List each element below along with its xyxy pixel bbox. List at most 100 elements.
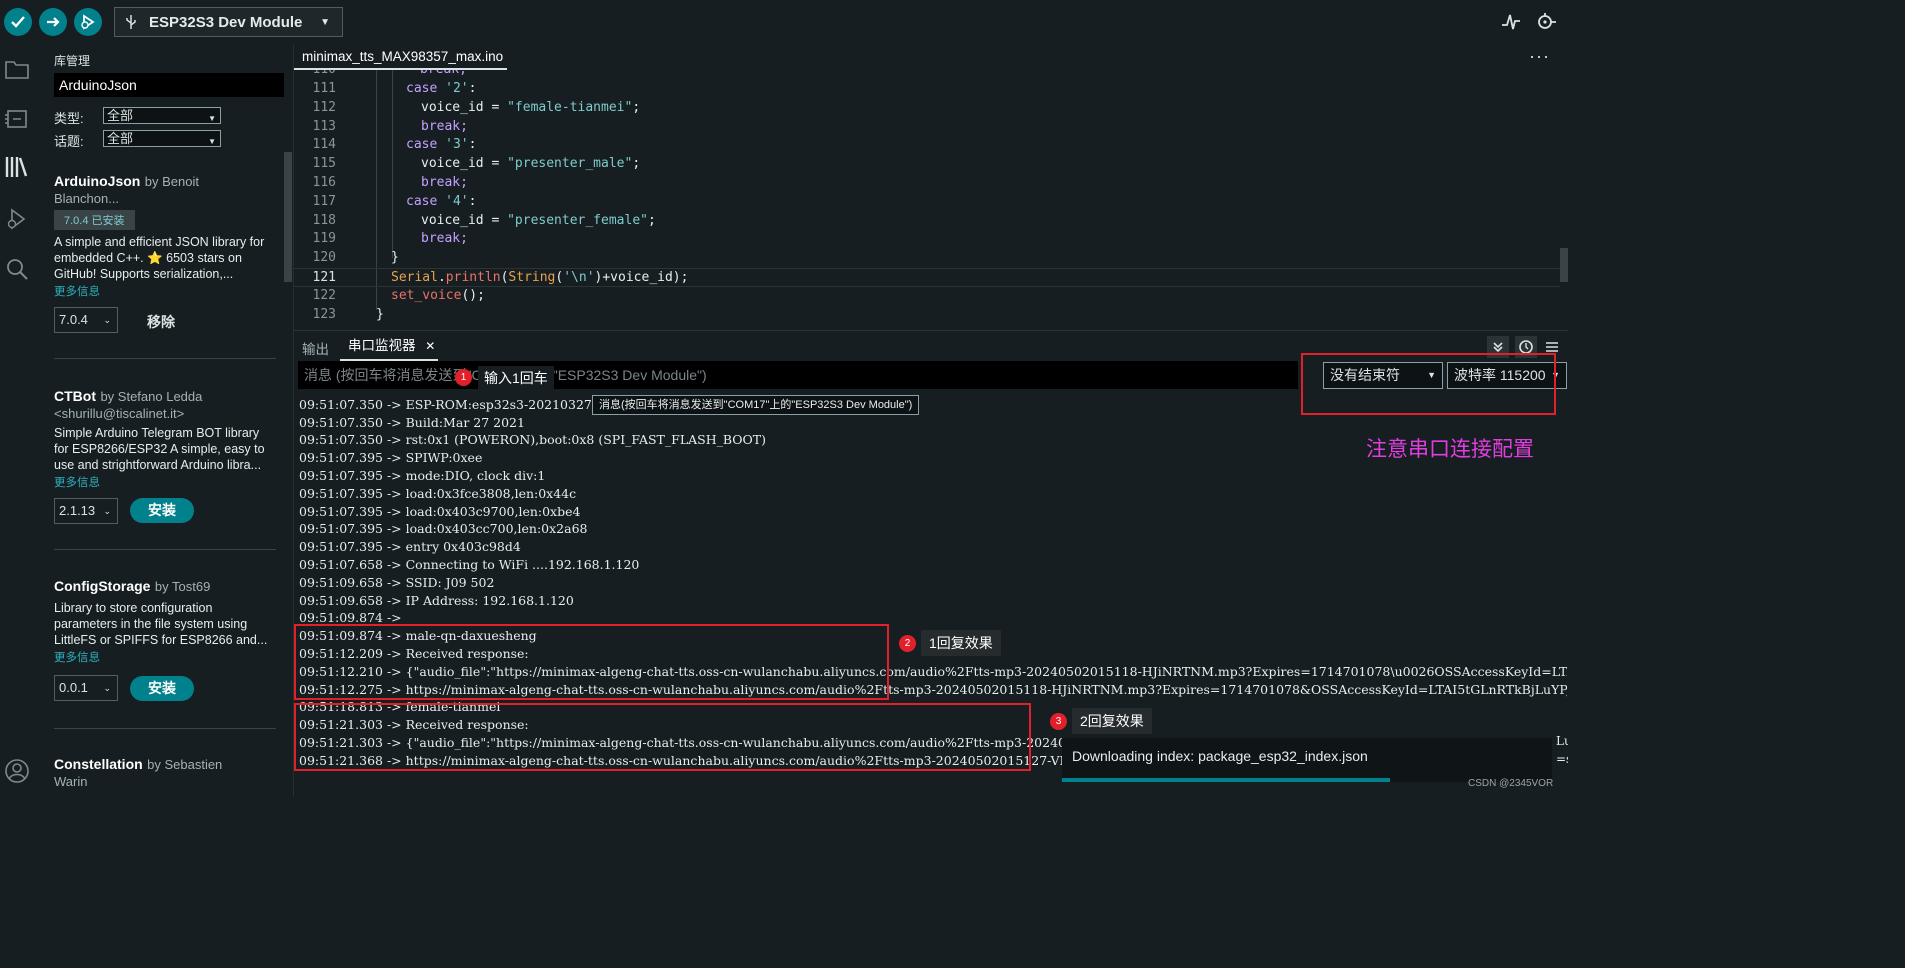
library-name: ConfigStorage bbox=[54, 578, 151, 594]
serial-plotter-icon bbox=[1502, 14, 1520, 30]
type-filter-label: 类型: bbox=[54, 111, 84, 126]
chevron-down-icon: ⌄ bbox=[103, 683, 111, 693]
line-number: 116 bbox=[312, 175, 336, 190]
installed-badge: 7.0.4 已安装 bbox=[54, 210, 135, 230]
step-badge-2: 2 bbox=[899, 635, 916, 652]
divider bbox=[54, 728, 276, 729]
debug-side-icon[interactable] bbox=[4, 206, 30, 232]
double-chevron-down-icon bbox=[1493, 342, 1503, 353]
code-text: voice_id = bbox=[421, 213, 508, 228]
install-button[interactable]: 安装 bbox=[130, 676, 194, 701]
code-line: 114 case '3': bbox=[294, 136, 1560, 155]
code-editor[interactable]: 110 break; 111 case '2': 112 voice_id = "fe… bbox=[294, 70, 1568, 328]
code-text: ; bbox=[632, 156, 641, 171]
code-line: 111 case '2': bbox=[294, 80, 1560, 99]
code-string: "presenter_female" bbox=[507, 213, 648, 228]
line-number: 123 bbox=[312, 307, 336, 322]
serial-line-fragment: Lu bbox=[1556, 734, 1568, 748]
activity-bar bbox=[0, 44, 40, 797]
line-number: 117 bbox=[312, 194, 336, 209]
topic-filter-select[interactable]: 全部 ▼ bbox=[103, 130, 221, 147]
code-keyword: case bbox=[406, 137, 446, 152]
config-highlight-box bbox=[1301, 353, 1556, 415]
code-line: 123} bbox=[294, 306, 1560, 325]
verify-button[interactable] bbox=[4, 8, 32, 36]
version-select[interactable]: 0.0.1 ⌄ bbox=[54, 675, 118, 701]
sidebar-scrollbar[interactable] bbox=[284, 152, 292, 282]
more-actions-icon[interactable]: ··· bbox=[1529, 46, 1550, 67]
serial-line: 09:51:07.395 -> mode:DIO, clock div:1 bbox=[299, 468, 546, 483]
code-text: )+voice_id); bbox=[594, 270, 689, 285]
file-tab[interactable]: minimax_tts_MAX98357_max.ino bbox=[294, 44, 507, 70]
serial-line: 09:51:07.395 -> load:0x403cc700,len:0x2a… bbox=[299, 521, 588, 536]
version-select[interactable]: 2.1.13 ⌄ bbox=[54, 498, 118, 524]
serial-monitor-icon bbox=[1538, 13, 1556, 29]
code-text: } bbox=[391, 250, 399, 265]
code-line: 116 break; bbox=[294, 174, 1560, 193]
serial-line: 09:51:07.395 -> entry 0x403c98d4 bbox=[299, 539, 521, 554]
more-info-link[interactable]: 更多信息 bbox=[54, 649, 276, 665]
config-note: 注意串口连接配置 bbox=[1366, 438, 1534, 461]
code-text: ; bbox=[647, 213, 656, 228]
version-value: 7.0.4 bbox=[59, 312, 88, 327]
board-selector[interactable]: ESP32S3 Dev Module ▼ bbox=[114, 7, 343, 37]
tab-output[interactable]: 输出 bbox=[302, 338, 329, 358]
close-icon[interactable]: ✕ bbox=[425, 339, 435, 353]
code-line: 113 break; bbox=[294, 118, 1560, 137]
code-line: 112 voice_id = "female-tianmei"; bbox=[294, 99, 1560, 118]
library-author: by Benoit bbox=[144, 174, 199, 189]
code-keyword: break; bbox=[421, 175, 468, 190]
code-line: 119 break; bbox=[294, 230, 1560, 249]
code-text: (); bbox=[461, 288, 485, 303]
account-icon[interactable] bbox=[4, 758, 30, 784]
serial-message-input[interactable]: 消息 (按回车将消息发送到"COM17"上的"ESP32S3 Dev Modul… bbox=[298, 361, 1298, 389]
code-line: 110 break; bbox=[294, 70, 1560, 80]
version-select[interactable]: 7.0.4 ⌄ bbox=[54, 307, 118, 333]
chevron-down-icon: ▼ bbox=[320, 16, 330, 28]
code-text: : bbox=[468, 137, 477, 152]
code-line: 115 voice_id = "presenter_male"; bbox=[294, 155, 1560, 174]
serial-plotter-button[interactable] bbox=[1500, 11, 1522, 38]
code-keyword: break; bbox=[421, 231, 468, 246]
code-text: . bbox=[437, 270, 446, 285]
install-button[interactable]: 安装 bbox=[130, 498, 194, 523]
library-author-cont: <shurillu@tiscalinet.it> bbox=[54, 406, 185, 421]
library-search-input[interactable]: ArduinoJson bbox=[54, 73, 284, 97]
watermark: CSDN @2345VOR bbox=[1468, 778, 1554, 789]
library-description: Simple Arduino Telegram BOT library for … bbox=[54, 426, 265, 472]
boards-manager-icon[interactable] bbox=[4, 106, 30, 132]
more-info-link[interactable]: 更多信息 bbox=[54, 283, 276, 299]
top-toolbar: ESP32S3 Dev Module ▼ bbox=[0, 0, 1568, 44]
code-string: '2' bbox=[445, 81, 469, 96]
type-filter-select[interactable]: 全部 ▼ bbox=[103, 107, 221, 124]
line-number: 120 bbox=[312, 250, 336, 265]
debug-button[interactable] bbox=[74, 8, 102, 36]
tab-serial-monitor[interactable]: 串口监视器 ✕ bbox=[340, 331, 438, 361]
line-number: 121 bbox=[312, 270, 336, 285]
step-note-1: 输入1回车 bbox=[478, 366, 554, 390]
serial-monitor-button[interactable] bbox=[1534, 10, 1558, 39]
code-text: : bbox=[468, 194, 477, 209]
more-info-link[interactable]: 更多信息 bbox=[54, 474, 276, 490]
upload-button[interactable] bbox=[39, 8, 67, 36]
editor-scrollbar[interactable] bbox=[1560, 248, 1568, 282]
line-number: 119 bbox=[312, 231, 336, 246]
chevron-down-icon: ⌄ bbox=[103, 315, 111, 325]
remove-button[interactable]: 移除 bbox=[147, 312, 175, 332]
library-manager-icon[interactable] bbox=[4, 154, 30, 180]
line-number: 118 bbox=[312, 213, 336, 228]
response-1-highlight-box bbox=[294, 624, 889, 700]
library-author-cont: Warin bbox=[54, 774, 88, 789]
code-line-current: 121 Serial.println(String('\n')+voice_id)… bbox=[294, 268, 1560, 287]
chevron-down-icon: ⌄ bbox=[103, 506, 111, 516]
code-string: '\n' bbox=[563, 270, 595, 285]
download-progress-bar bbox=[1062, 778, 1391, 782]
version-value: 0.0.1 bbox=[59, 680, 88, 695]
folder-icon[interactable] bbox=[4, 56, 30, 82]
type-filter-value: 全部 bbox=[107, 108, 134, 123]
serial-line: 09:51:09.658 -> SSID: J09 502 bbox=[299, 575, 495, 590]
line-number: 114 bbox=[312, 137, 336, 152]
library-card-arduinojson: ArduinoJson by Benoit Blanchon... 7.0.4 … bbox=[54, 173, 276, 299]
search-icon[interactable] bbox=[4, 256, 30, 282]
debug-icon bbox=[81, 14, 95, 30]
